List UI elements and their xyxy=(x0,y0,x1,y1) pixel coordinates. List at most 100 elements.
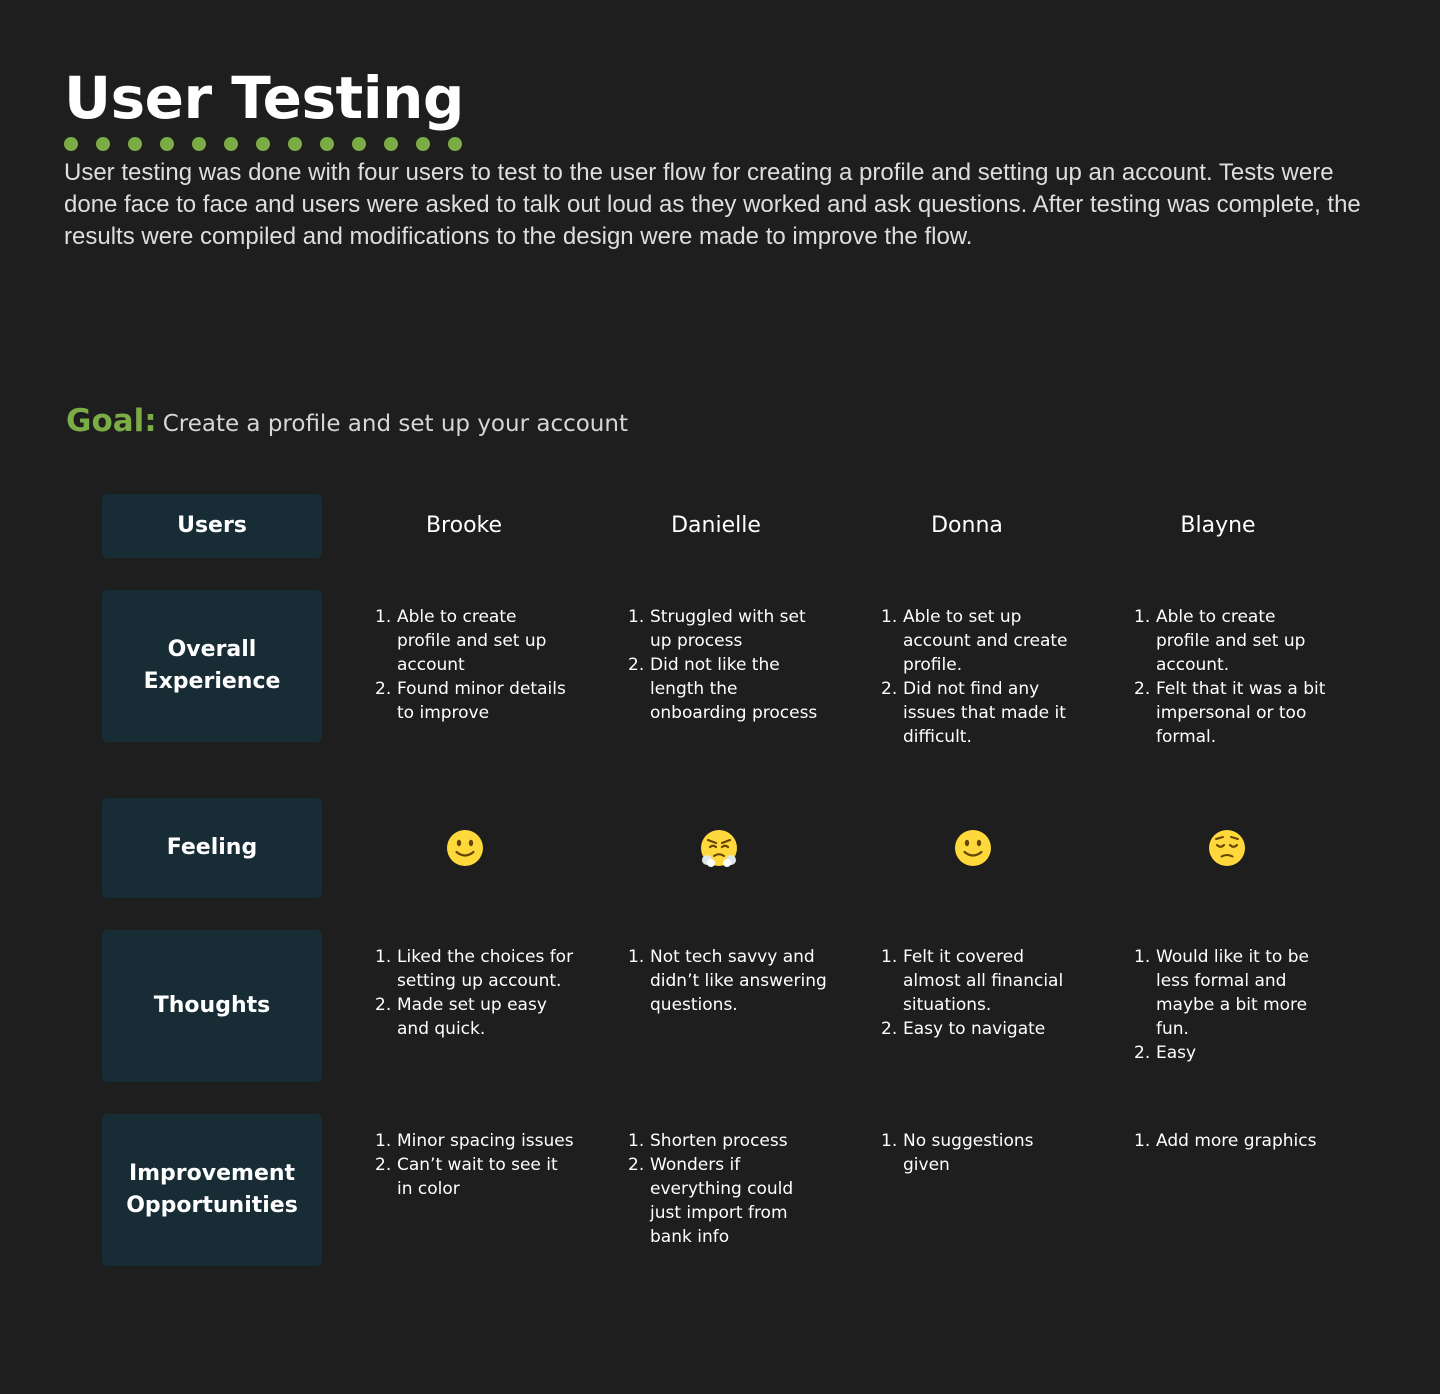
goal-label: Goal: xyxy=(66,403,157,439)
list-item-text: Wonders if everything could just import … xyxy=(650,1155,794,1247)
row-label-thoughts: Thoughts xyxy=(102,930,322,1082)
list-number: 2. xyxy=(628,655,645,675)
divider-dot xyxy=(224,137,238,151)
divider-dot xyxy=(416,137,430,151)
list-number: 1. xyxy=(375,607,392,627)
list-item: 2. Did not find any issues that made it … xyxy=(881,677,1081,749)
overall-list-brooke: 1. Able to create profile and set up acco… xyxy=(375,605,575,725)
list-item-text: Easy to navigate xyxy=(903,1019,1046,1039)
row-label-feeling-text: Feeling xyxy=(166,835,258,860)
list-item-text: Shorten process xyxy=(650,1131,788,1151)
list-number: 1. xyxy=(375,947,392,967)
divider-dot xyxy=(288,137,302,151)
goal-text: Create a profile and set up your account xyxy=(162,411,628,437)
list-item-text: Found minor details to improve xyxy=(397,679,566,723)
list-number: 1. xyxy=(881,607,898,627)
row-label-feeling: Feeling xyxy=(102,798,322,898)
list-number: 2. xyxy=(375,1155,392,1175)
face-with-steam-from-nose-icon xyxy=(699,828,739,868)
divider-dot xyxy=(384,137,398,151)
divider-dot xyxy=(320,137,334,151)
improvement-list-donna: 1. No suggestions given xyxy=(881,1129,1081,1177)
row-label-overall-line-1: Overall xyxy=(167,637,257,662)
row-label-improvement-line-2: Opportunities xyxy=(126,1193,298,1218)
list-number: 1. xyxy=(628,1131,645,1151)
list-item-text: Liked the choices for setting up account… xyxy=(397,947,574,991)
list-item-text: Struggled with set up process xyxy=(650,607,806,651)
list-number: 2. xyxy=(375,995,392,1015)
list-item-text: Not tech savvy and didn’t like answering… xyxy=(650,947,827,1015)
list-number: 2. xyxy=(881,1019,898,1039)
user-name-blayne: Blayne xyxy=(1180,513,1256,538)
row-label-users-text: Users xyxy=(177,513,247,538)
improvement-list-danielle: 1. Shorten process 2. Wonders if everything… xyxy=(628,1129,828,1249)
list-item-text: Able to create profile and set up accoun… xyxy=(397,607,547,675)
list-item-text: Would like it to be less formal and mayb… xyxy=(1156,947,1309,1039)
list-number: 2. xyxy=(628,1155,645,1175)
list-item: 1. Able to create profile and set up acco… xyxy=(375,605,575,677)
list-number: 1. xyxy=(628,607,645,627)
thoughts-list-danielle: 1. Not tech savvy and didn’t like answeri… xyxy=(628,945,828,1017)
divider-dot xyxy=(256,137,270,151)
list-item: 1. Liked the choices for setting up accou… xyxy=(375,945,575,993)
row-label-improvement-line-1: Improvement xyxy=(128,1161,296,1186)
divider-dot xyxy=(448,137,462,151)
list-item-text: Can’t wait to see it in color xyxy=(397,1155,558,1199)
list-item-text: Made set up easy and quick. xyxy=(397,995,547,1039)
list-item: 1. Add more graphics xyxy=(1134,1129,1334,1153)
dot-divider xyxy=(64,137,480,151)
list-number: 2. xyxy=(881,679,898,699)
row-label-users: Users xyxy=(102,494,322,558)
list-item-text: Minor spacing issues xyxy=(397,1131,574,1151)
list-item: 2. Easy xyxy=(1134,1041,1334,1065)
list-item-text: Add more graphics xyxy=(1156,1131,1317,1151)
user-name-donna: Donna xyxy=(931,513,1003,538)
list-number: 1. xyxy=(1134,1131,1151,1151)
divider-dot xyxy=(192,137,206,151)
intro-paragraph: User testing was done with four users to… xyxy=(64,159,1361,250)
list-number: 1. xyxy=(628,947,645,967)
slightly-smiling-face-icon xyxy=(953,828,993,868)
list-item: 2. Found minor details to improve xyxy=(375,677,575,725)
divider-dot xyxy=(96,137,110,151)
list-item-text: Did not like the length the onboarding p… xyxy=(650,655,818,723)
user-name-danielle: Danielle xyxy=(671,513,761,538)
list-item: 1. Shorten process xyxy=(628,1129,828,1153)
list-number: 1. xyxy=(375,1131,392,1151)
divider-dot xyxy=(128,137,142,151)
list-number: 2. xyxy=(1134,679,1151,699)
thoughts-list-blayne: 1. Would like it to be less formal and ma… xyxy=(1134,945,1334,1065)
improvement-list-brooke: 1. Minor spacing issues 2. Can’t wait to se… xyxy=(375,1129,575,1201)
list-number: 1. xyxy=(881,1131,898,1151)
list-item: 2. Wonders if everything could just impor… xyxy=(628,1153,828,1249)
list-item: 2. Felt that it was a bit impersonal or t… xyxy=(1134,677,1334,749)
list-item: 1. Felt it covered almost all financial s… xyxy=(881,945,1081,1017)
list-number: 1. xyxy=(1134,607,1151,627)
list-item: 1. Struggled with set up process xyxy=(628,605,828,653)
list-item: 1. No suggestions given xyxy=(881,1129,1081,1177)
thoughts-list-donna: 1. Felt it covered almost all financial s… xyxy=(881,945,1081,1041)
user-name-brooke: Brooke xyxy=(425,513,503,538)
list-item-text: Able to create profile and set up accoun… xyxy=(1156,607,1306,675)
overall-list-danielle: 1. Struggled with set up process 2. Did not… xyxy=(628,605,828,725)
list-item-text: Easy xyxy=(1156,1043,1197,1063)
list-item: 1. Able to create profile and set up acco… xyxy=(1134,605,1334,677)
thoughts-list-brooke: 1. Liked the choices for setting up accou… xyxy=(375,945,575,1041)
overall-list-blayne: 1. Able to create profile and set up acco… xyxy=(1134,605,1334,749)
divider-dot xyxy=(160,137,174,151)
row-label-thoughts-text: Thoughts xyxy=(153,993,271,1018)
list-item: 1. Not tech savvy and didn’t like answeri… xyxy=(628,945,828,1017)
list-item: 1. Able to set up account and create prof… xyxy=(881,605,1081,677)
list-item-text: No suggestions given xyxy=(903,1131,1034,1175)
list-item: 2. Easy to navigate xyxy=(881,1017,1081,1041)
goal-statement: Goal: Create a profile and set up your ac… xyxy=(66,403,628,439)
list-item: 1. Minor spacing issues xyxy=(375,1129,575,1153)
divider-dot xyxy=(64,137,78,151)
list-item: 2. Did not like the length the onboarding… xyxy=(628,653,828,725)
list-number: 1. xyxy=(1134,947,1151,967)
row-label-improvement-opportunities: Improvement Opportunities xyxy=(102,1114,322,1266)
improvement-list-blayne: 1. Add more graphics xyxy=(1134,1129,1334,1153)
list-item-text: Did not find any issues that made it dif… xyxy=(903,679,1066,747)
overall-list-donna: 1. Able to set up account and create prof… xyxy=(881,605,1081,749)
list-item-text: Able to set up account and create profil… xyxy=(903,607,1068,675)
